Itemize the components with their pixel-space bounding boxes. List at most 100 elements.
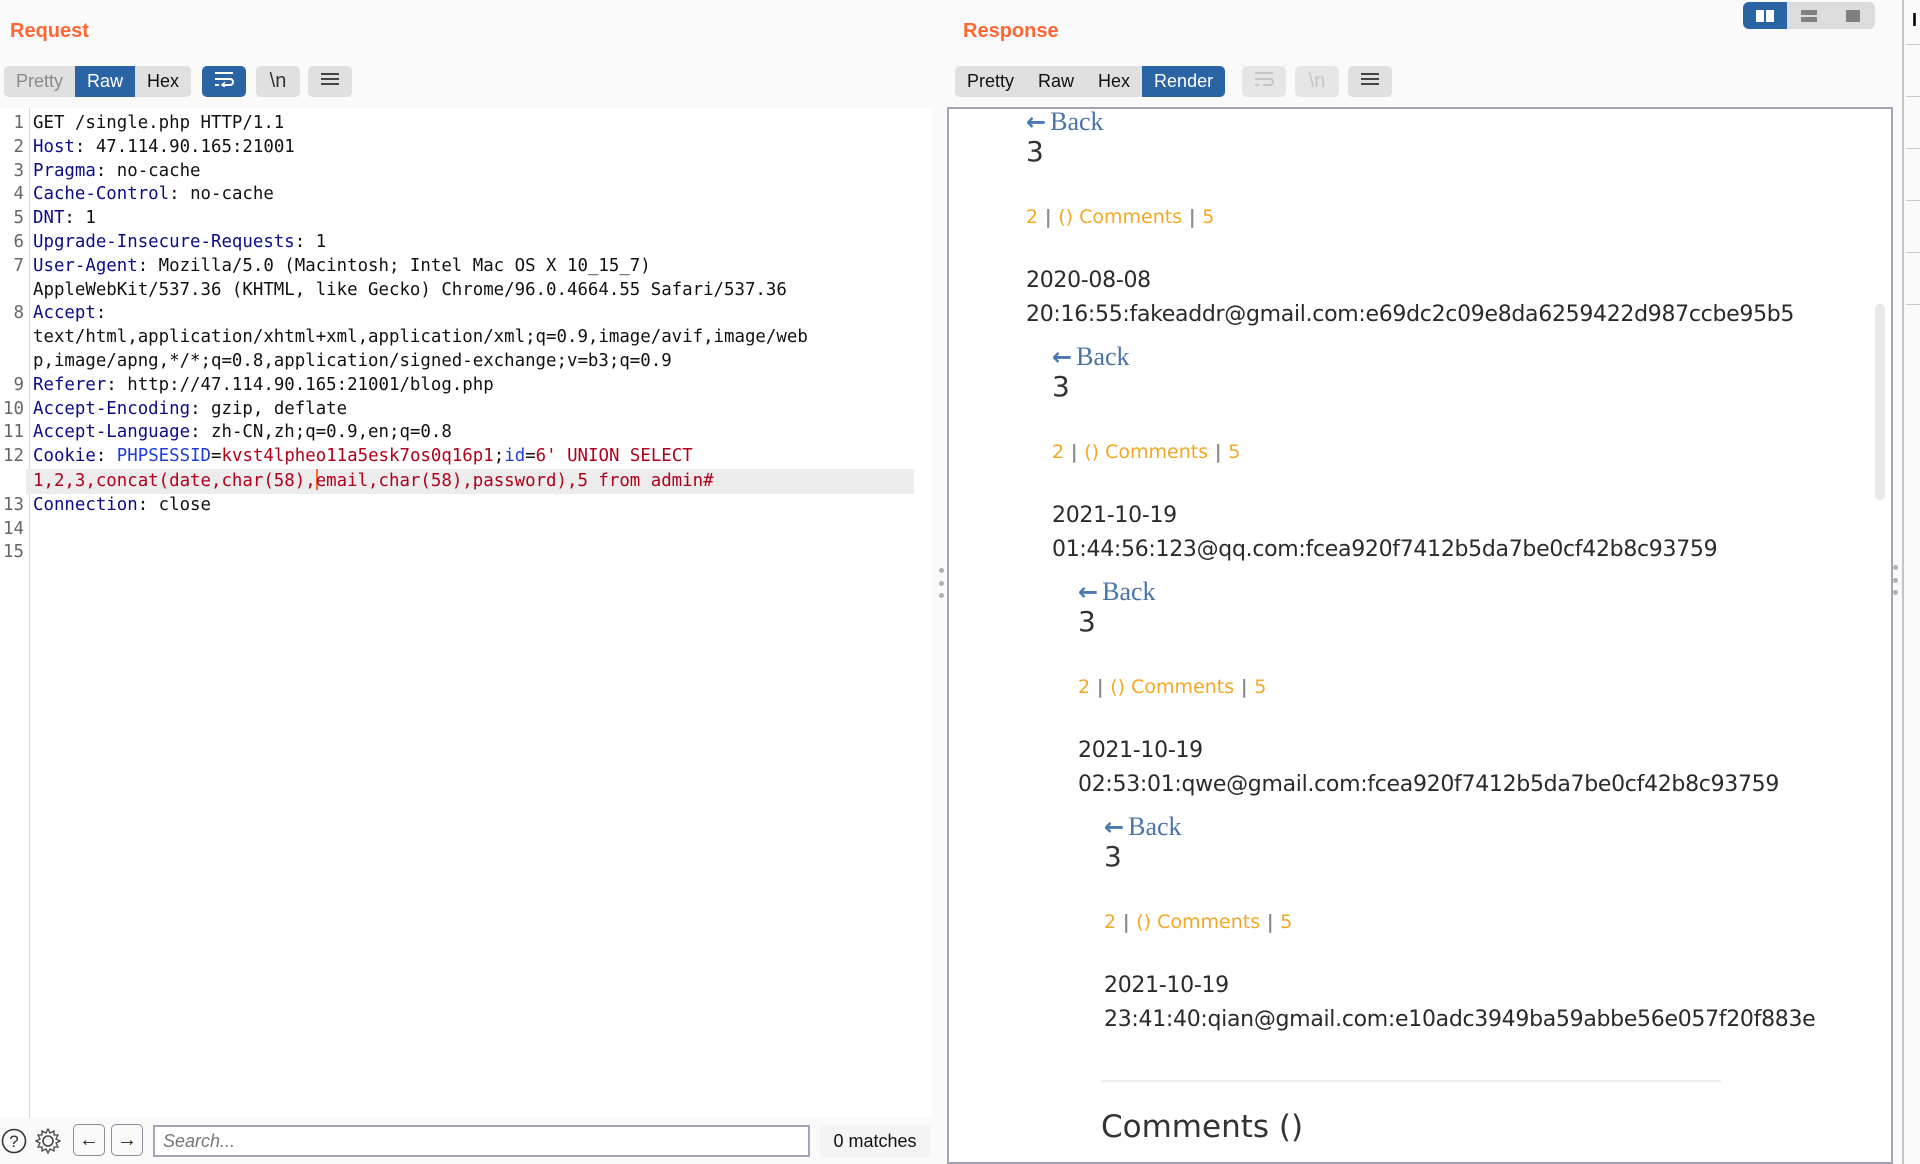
request-tab-hex[interactable]: Hex (135, 66, 191, 97)
back-link[interactable]: ← Back (1078, 577, 1779, 607)
code-line[interactable]: 13 Connection: close (0, 494, 932, 518)
hamburger-menu-icon (1360, 70, 1380, 93)
line-text: Cache-Control: no-cache (26, 183, 274, 207)
line-number (0, 469, 26, 494)
post-entry: ← Back 3 2 | () Comments | 5 2021-10-19 23:41… (1104, 812, 1816, 1037)
burp-repeater-view: Request Pretty Raw Hex \n 1 GET /single.p… (0, 0, 1920, 1164)
code-line[interactable]: p,image/apng,*/*;q=0.8,application/signe… (0, 350, 932, 374)
code-line[interactable]: 11 Accept-Language: zh-CN,zh;q=0.9,en;q=0… (0, 421, 932, 445)
comments-link[interactable]: () Comments (1110, 676, 1234, 698)
meta-separator: | (1208, 441, 1229, 463)
search-bar: ? ← → 0 matches (0, 1118, 932, 1164)
code-line[interactable]: AppleWebKit/537.36 (KHTML, like Gecko) C… (0, 279, 932, 303)
post-entry: ← Back 3 2 | () Comments | 5 2021-10-19 01:44… (1052, 342, 1718, 567)
header-value: : close (137, 494, 211, 515)
header-value: : Mozilla/5.0 (Macintosh; Intel Mac OS X… (137, 255, 651, 276)
newline-icon: \n (1308, 70, 1326, 92)
code-line[interactable]: 9 Referer: http://47.114.90.165:21001/blo… (0, 374, 932, 398)
meta-author: 2 (1052, 441, 1065, 463)
arrow-left-icon: ← (1052, 343, 1073, 371)
meta-author: 2 (1104, 911, 1117, 933)
request-tab-raw[interactable]: Raw (75, 66, 136, 97)
code-line[interactable]: 4 Cache-Control: no-cache (0, 183, 932, 207)
code-line[interactable]: 2 Host: 47.114.90.165:21001 (0, 136, 932, 160)
code-line[interactable]: 1,2,3,concat(date,char(58),email,char(58… (0, 468, 932, 494)
cookie-key: id (504, 446, 526, 467)
inspector-divider (1906, 252, 1920, 253)
line-text: Referer: http://47.114.90.165:21001/blog… (26, 374, 494, 398)
search-prev-button[interactable]: ← (73, 1124, 105, 1156)
request-newline-toggle[interactable]: \n (256, 66, 300, 97)
code-line[interactable]: 10 Accept-Encoding: gzip, deflate (0, 398, 932, 422)
line-number: 4 (13, 184, 24, 205)
leaked-date: 2021-10-19 (1078, 738, 1203, 763)
code-line[interactable]: 3 Pragma: no-cache (0, 160, 932, 184)
render-scrollbar[interactable] (1875, 304, 1885, 500)
code-line[interactable]: text/html,application/xhtml+xml,applicat… (0, 326, 932, 350)
header-value: = (525, 446, 536, 467)
request-wrap-toggle[interactable] (202, 66, 246, 97)
response-tab-hex[interactable]: Hex (1086, 66, 1142, 97)
post-meta: 2 | () Comments | 5 (1052, 441, 1717, 463)
response-tab-pretty[interactable]: Pretty (955, 66, 1026, 97)
arrow-right-icon: → (117, 1128, 137, 1151)
request-tab-pretty[interactable]: Pretty (4, 66, 75, 97)
response-wrap-toggle (1242, 66, 1286, 97)
layout-single-button[interactable] (1831, 2, 1875, 29)
meta-separator: | (1116, 911, 1137, 933)
header-name: Cookie (33, 446, 96, 467)
request-menu-button[interactable] (308, 66, 352, 97)
gear-icon[interactable] (34, 1127, 62, 1155)
post-entry: ← Back 3 2 | () Comments | 5 2020-08-08 20:16… (1026, 108, 1794, 332)
meta-separator: | (1260, 911, 1281, 933)
comments-link[interactable]: () Comments (1136, 911, 1260, 933)
code-line[interactable]: 6 Upgrade-Insecure-Requests: 1 (0, 231, 932, 255)
comments-link[interactable]: () Comments (1058, 206, 1182, 228)
leaked-credentials: 23:41:40:qian@gmail.com:e10adc3949ba59ab… (1104, 1007, 1816, 1032)
header-value: GET /single.php HTTP/1.1 (33, 113, 285, 133)
split-drag-handle[interactable] (939, 568, 945, 598)
back-link[interactable]: ← Back (1026, 108, 1794, 137)
post-entry: ← Back 3 2 | () Comments | 5 2021-10-19 02:53… (1078, 577, 1779, 802)
line-number: 5 (13, 208, 24, 229)
response-render-view[interactable]: ← Back 3 2 | () Comments | 5 2020-08-08 20:16… (947, 107, 1893, 1164)
code-line[interactable]: 8 Accept: (0, 302, 932, 326)
request-code[interactable]: 1 GET /single.php HTTP/1.1 2 Host: 47.114.9… (0, 112, 932, 565)
layout-stacked-button[interactable] (1787, 2, 1831, 29)
arrow-left-icon: ← (1026, 108, 1047, 136)
inspector-divider (1906, 148, 1920, 149)
comments-link[interactable]: () Comments (1084, 441, 1208, 463)
back-link[interactable]: ← Back (1052, 342, 1717, 372)
svg-text:?: ? (9, 1132, 18, 1151)
code-line[interactable]: 5 DNT: 1 (0, 207, 932, 231)
leaked-credentials: 02:53:01:qwe@gmail.com:fcea920f7412b5da7… (1078, 772, 1780, 797)
code-line[interactable]: 12 Cookie: PHPSESSID=kvst4lpheo11a5esk7os… (0, 445, 932, 469)
response-tab-raw[interactable]: Raw (1026, 66, 1086, 97)
inspector-divider (1906, 304, 1920, 305)
header-value: : gzip, deflate (190, 398, 348, 419)
word-wrap-icon (213, 70, 235, 93)
header-name: Cache-Control (33, 184, 170, 205)
meta-separator: | (1090, 676, 1111, 698)
code-line[interactable]: 14 (0, 518, 932, 542)
back-link[interactable]: ← Back (1104, 812, 1815, 842)
header-value: p,image/apng,*/*;q=0.8,application/signe… (33, 350, 672, 371)
code-line[interactable]: 1 GET /single.php HTTP/1.1 (0, 112, 932, 136)
search-input[interactable] (153, 1125, 810, 1157)
arrow-left-icon: ← (1104, 813, 1125, 841)
code-line[interactable]: 15 (0, 541, 932, 565)
request-editor[interactable]: 1 GET /single.php HTTP/1.1 2 Host: 47.114.9… (0, 108, 932, 1118)
meta-separator: | (1038, 206, 1059, 228)
inspector-drag-handle[interactable] (1893, 565, 1899, 595)
search-next-button[interactable]: → (111, 1124, 143, 1156)
line-number: 15 (3, 542, 24, 563)
inspector-divider (1906, 200, 1920, 201)
help-icon[interactable]: ? (0, 1127, 28, 1155)
layout-side-by-side-button[interactable] (1743, 2, 1787, 29)
response-menu-button[interactable] (1348, 66, 1392, 97)
header-name: Accept-Language (33, 422, 191, 443)
code-line[interactable]: 7 User-Agent: Mozilla/5.0 (Macintosh; Int… (0, 255, 932, 279)
response-tab-render[interactable]: Render (1142, 66, 1226, 97)
inspector-panel[interactable]: I (1902, 0, 1920, 1164)
comments-heading: Comments () (1101, 1109, 1304, 1145)
